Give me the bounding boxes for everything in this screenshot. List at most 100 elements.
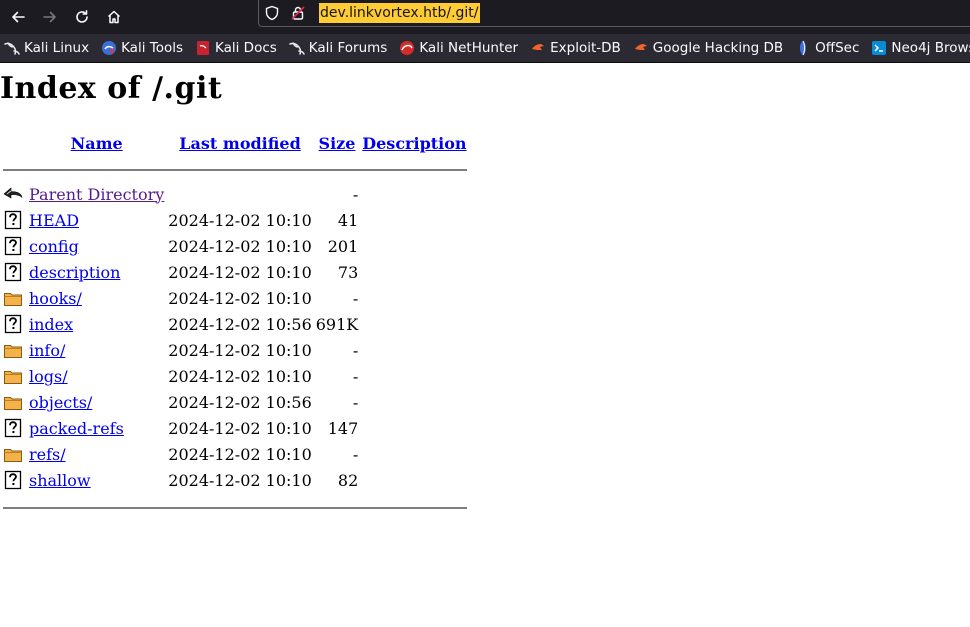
sort-by-size-link[interactable]: Size xyxy=(319,134,356,153)
modified-column-header[interactable]: Last modified xyxy=(167,132,312,154)
modified-cell: 2024-12-02 10:10 xyxy=(168,262,312,282)
name-cell: description xyxy=(28,260,165,284)
bookmark-google-hacking-db[interactable]: Google Hacking DB xyxy=(629,40,787,56)
modified-cell: 2024-12-02 10:10 xyxy=(168,444,312,464)
entry-link[interactable]: hooks/ xyxy=(29,289,82,308)
table-header-row: Name Last modified Size Description xyxy=(2,132,468,154)
page-content: Index of /.git Name Last modified Size D… xyxy=(0,63,970,627)
url-bar[interactable]: dev.linkvortex.htb/.git/ xyxy=(258,0,970,27)
bookmark-label: Google Hacking DB xyxy=(652,40,784,56)
kali-dragon-icon xyxy=(289,40,305,56)
description-cell xyxy=(361,442,467,466)
bookmark-kali-forums[interactable]: Kali Forums xyxy=(285,40,392,56)
url-text[interactable]: dev.linkvortex.htb/.git/ xyxy=(319,3,480,23)
entry-link[interactable]: HEAD xyxy=(29,211,79,230)
entry-icon-cell xyxy=(2,260,26,284)
home-button[interactable] xyxy=(96,5,132,29)
sort-by-name-link[interactable]: Name xyxy=(71,134,123,153)
entry-link[interactable]: packed-refs xyxy=(29,419,124,438)
table-row: objects/ 2024-12-02 10:56 - xyxy=(2,390,468,414)
entry-link[interactable]: index xyxy=(29,315,73,334)
unknown-file-icon xyxy=(3,210,25,230)
size-cell: - xyxy=(352,340,359,360)
divider xyxy=(3,169,467,171)
table-row: refs/ 2024-12-02 10:10 - xyxy=(2,442,468,466)
size-cell: 691K xyxy=(315,314,359,334)
reload-button[interactable] xyxy=(64,5,100,29)
name-cell: index xyxy=(28,312,165,336)
bookmark-label: Kali Docs xyxy=(215,40,277,56)
unknown-file-icon xyxy=(3,262,25,282)
description-column-header[interactable]: Description xyxy=(361,132,467,154)
table-row: shallow 2024-12-02 10:10 82 xyxy=(2,468,468,492)
entry-icon-cell xyxy=(2,312,26,336)
bookmark-exploit-db[interactable]: Exploit-DB xyxy=(526,40,625,56)
name-cell: HEAD xyxy=(28,208,165,232)
insecure-lock-icon[interactable] xyxy=(285,5,311,21)
bookmark-kali-docs[interactable]: Kali Docs xyxy=(191,40,281,56)
entry-link[interactable]: Parent Directory xyxy=(29,185,164,204)
entry-icon-cell xyxy=(2,442,26,466)
entry-link[interactable]: config xyxy=(29,237,79,256)
size-cell: - xyxy=(352,366,359,386)
table-row: index 2024-12-02 10:56 691K xyxy=(2,312,468,336)
reload-icon xyxy=(76,10,88,23)
bookmark-kali-tools[interactable]: Kali Tools xyxy=(97,40,187,56)
description-cell xyxy=(361,416,467,440)
back-button[interactable] xyxy=(0,5,36,29)
forward-button[interactable] xyxy=(32,5,68,29)
kali-tools-icon xyxy=(101,40,117,56)
table-row: config 2024-12-02 10:10 201 xyxy=(2,234,468,258)
size-column-header[interactable]: Size xyxy=(315,132,360,154)
name-cell: logs/ xyxy=(28,364,165,388)
size-cell: 73 xyxy=(337,262,359,282)
bookmark-label: Kali NetHunter xyxy=(419,40,519,56)
entry-link[interactable]: description xyxy=(29,263,120,282)
unknown-file-icon xyxy=(3,314,25,334)
entry-icon-cell xyxy=(2,286,26,310)
ghdb-icon xyxy=(633,40,649,56)
description-cell xyxy=(361,286,467,310)
modified-cell: 2024-12-02 10:10 xyxy=(168,418,312,438)
directory-listing-table: Name Last modified Size Description Pare… xyxy=(0,130,470,520)
entry-icon-cell xyxy=(2,208,26,232)
unknown-file-icon xyxy=(3,418,25,438)
entry-link[interactable]: info/ xyxy=(29,341,65,360)
entry-icon-cell xyxy=(2,390,26,414)
name-cell: Parent Directory xyxy=(28,182,165,206)
unknown-file-icon xyxy=(3,236,25,256)
description-cell xyxy=(361,312,467,336)
sort-by-description-link[interactable]: Description xyxy=(362,134,466,153)
page-title: Index of /.git xyxy=(0,71,223,106)
parent-directory-icon xyxy=(3,184,25,204)
sort-by-modified-link[interactable]: Last modified xyxy=(179,134,300,153)
neo4j-icon xyxy=(871,40,887,56)
name-cell: packed-refs xyxy=(28,416,165,440)
description-cell xyxy=(361,182,467,206)
divider xyxy=(3,507,467,509)
nethunter-icon xyxy=(399,40,415,56)
offsec-icon xyxy=(795,40,811,56)
modified-cell: 2024-12-02 10:10 xyxy=(168,288,312,308)
bookmark-offsec[interactable]: OffSec xyxy=(791,40,863,56)
modified-cell: 2024-12-02 10:10 xyxy=(168,236,312,256)
entry-icon-cell xyxy=(2,234,26,258)
description-cell xyxy=(361,364,467,388)
folder-icon xyxy=(3,288,25,308)
bookmark-kali-nethunter[interactable]: Kali NetHunter xyxy=(395,40,522,56)
bookmark-kali-linux[interactable]: Kali Linux xyxy=(0,40,93,56)
size-cell: - xyxy=(352,392,359,412)
name-cell: shallow xyxy=(28,468,165,492)
entry-icon-cell xyxy=(2,364,26,388)
description-cell xyxy=(361,390,467,414)
entry-link[interactable]: refs/ xyxy=(29,445,66,464)
entry-link[interactable]: objects/ xyxy=(29,393,92,412)
entry-link[interactable]: shallow xyxy=(29,471,91,490)
name-cell: info/ xyxy=(28,338,165,362)
name-column-header[interactable]: Name xyxy=(28,132,165,154)
home-icon xyxy=(107,10,121,24)
bookmark-neo4j-browser[interactable]: Neo4j Browser xyxy=(867,40,970,56)
entry-icon-cell xyxy=(2,468,26,492)
entry-link[interactable]: logs/ xyxy=(29,367,68,386)
tracking-protection-shield-icon[interactable] xyxy=(259,5,285,21)
